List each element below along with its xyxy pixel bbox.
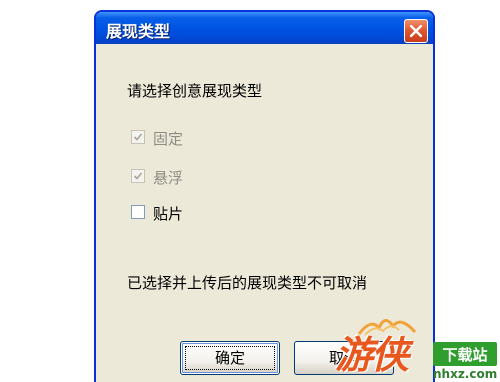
watermark-badge: 下载站 (433, 342, 497, 366)
floating-label: 悬浮 (153, 169, 184, 187)
patch-label[interactable]: 贴片 (153, 203, 183, 224)
watermark-site-label: 下载站 (442, 346, 488, 364)
dialog-title: 展现类型 (106, 22, 171, 41)
warning-note: 已选择并上传后的展现类型不可取消 (127, 274, 368, 292)
checkmark-icon (133, 172, 143, 180)
floating-checkbox (131, 169, 145, 183)
watermark-url: nhxz.com (433, 367, 498, 381)
site-watermark: 游侠 下载站 nhxz.com (335, 319, 500, 382)
watermark-logo: 游侠 (335, 333, 409, 377)
checkmark-icon (133, 133, 143, 141)
close-icon (410, 25, 422, 37)
title-bar[interactable]: 展现类型 (96, 12, 433, 44)
prompt-label: 请选择创意展现类型 (127, 82, 263, 100)
ok-button[interactable]: 确定 (180, 341, 280, 375)
fixed-checkbox (131, 130, 145, 144)
patch-checkbox[interactable] (131, 205, 145, 219)
fixed-label: 固定 (153, 130, 184, 148)
close-button[interactable] (404, 19, 428, 43)
focus-ring (185, 346, 275, 370)
